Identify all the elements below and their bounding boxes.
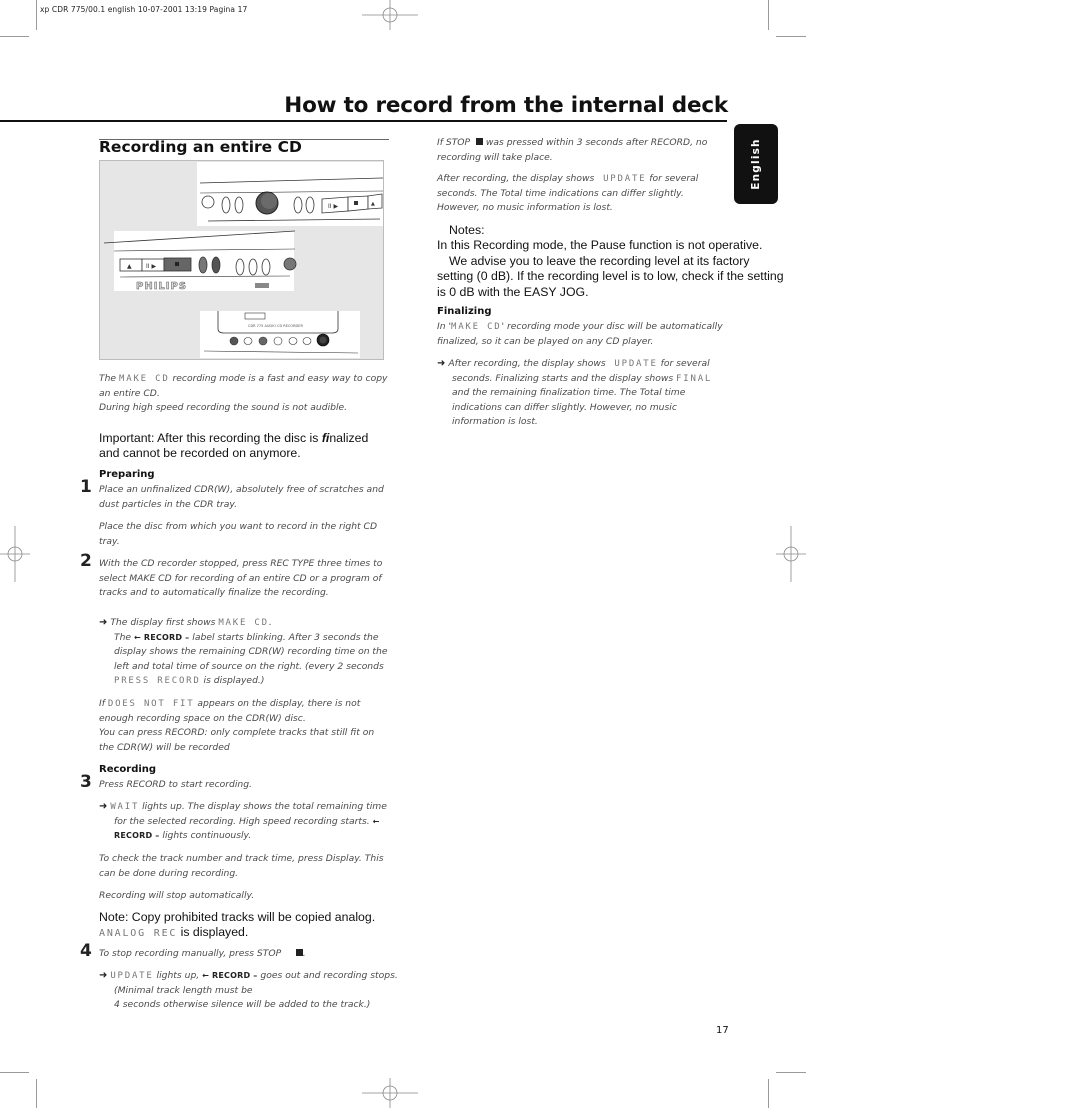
does-not-fit-note: If DOES NOT FIT appears on the display, … <box>99 698 375 753</box>
arrow-right-icon: ➜ <box>99 801 108 812</box>
stop-note: If STOP was pressed within 3 seconds aft… <box>437 137 708 163</box>
step-number: 3 <box>80 772 92 792</box>
record-label-badge: ← RECORD – <box>134 632 190 642</box>
recording-heading: Recording <box>99 764 157 775</box>
registration-mark-icon <box>362 0 418 30</box>
device-illustration: II ▶ ▲ ▲ II ▶ PHILIPS CDR 775 AUDIO CD R… <box>99 160 384 360</box>
auto-stop-text: Recording will stop automatically. <box>99 890 255 901</box>
analog-note: Note: Copy prohibited tracks will be cop… <box>99 910 376 940</box>
arrow-right-icon: ➜ <box>99 617 108 628</box>
section-title: Recording an entire CD <box>99 138 302 156</box>
lcd-text: MAKE CD <box>119 374 170 384</box>
svg-text:II ▶: II ▶ <box>328 203 338 210</box>
notes-block: Notes: In this Recording mode, the Pause… <box>437 223 784 299</box>
step-number: 4 <box>80 941 92 961</box>
stop-icon <box>475 138 483 145</box>
lcd-text: MAKE CD <box>218 618 269 628</box>
language-tab: English <box>734 124 778 204</box>
finalizing-heading: Finalizing <box>437 306 492 317</box>
step-2-text: With the CD recorder stopped, press REC … <box>99 558 383 599</box>
lcd-text: PRESS RECORD <box>114 676 201 687</box>
step-1-text: Place an unfinalized CDR(W), absolutely … <box>99 484 384 510</box>
finalizing-text: In 'MAKE CD' recording mode your disc wi… <box>437 321 723 347</box>
step-3-result: ➜ WAIT lights up. The display shows the … <box>99 801 387 842</box>
crop-mark <box>36 1079 37 1108</box>
lcd-text: FINAL <box>676 373 713 384</box>
print-slug: xp CDR 775/00.1 english 10-07-2001 13:19… <box>40 5 248 14</box>
record-label-badge: ← RECORD – <box>202 971 258 980</box>
language-tab-label: English <box>750 138 762 190</box>
page-title: How to record from the internal deck <box>284 93 728 118</box>
registration-mark-icon <box>362 1078 418 1108</box>
lcd-text: WAIT <box>110 802 140 812</box>
crop-mark <box>776 1072 806 1073</box>
crop-mark <box>36 0 37 30</box>
step-4-result: ➜ UPDATE lights up, ← RECORD – goes out … <box>99 970 398 1011</box>
lcd-text: UPDATE <box>603 174 647 184</box>
step-2-result: ➜ The display first shows MAKE CD. The ←… <box>99 617 388 687</box>
step-4-text: To stop recording manually, press STOP . <box>99 948 306 959</box>
svg-text:▲: ▲ <box>127 263 132 270</box>
title-rule <box>0 120 727 122</box>
crop-mark <box>768 0 769 30</box>
cd-recorder-panel-illustration: II ▶ ▲ ▲ II ▶ PHILIPS CDR 775 AUDIO CD R… <box>103 162 384 358</box>
step-number: 1 <box>80 477 92 497</box>
lcd-text: UPDATE <box>614 359 658 369</box>
crop-mark <box>776 36 806 37</box>
lcd-text: DOES NOT FIT <box>107 699 195 709</box>
step-number: 2 <box>80 551 92 571</box>
preparing-heading: Preparing <box>99 469 155 480</box>
step-1-text-2: Place the disc from which you want to re… <box>99 521 378 547</box>
svg-text:CDR 775 AUDIO CD RECORDER: CDR 775 AUDIO CD RECORDER <box>248 324 303 328</box>
after-recording-note: After recording, the display shows UPDAT… <box>437 173 699 214</box>
lcd-text: ANALOG REC <box>99 928 178 940</box>
svg-text:▲: ▲ <box>371 201 375 207</box>
registration-mark-icon <box>0 526 30 582</box>
finalizing-result: ➜ After recording, the display shows UPD… <box>437 358 713 428</box>
check-track-text: To check the track number and track time… <box>99 853 384 879</box>
crop-mark <box>768 1079 769 1108</box>
arrow-right-icon: ➜ <box>437 358 446 369</box>
important-note: Important: After this recording the disc… <box>99 431 369 461</box>
brand-logo: PHILIPS <box>136 281 187 292</box>
stop-icon <box>295 949 303 956</box>
intro-text: The MAKE CD recording mode is a fast and… <box>99 373 388 414</box>
lcd-text: UPDATE <box>110 971 154 981</box>
crop-mark <box>0 36 29 37</box>
lcd-text: MAKE CD <box>450 322 502 332</box>
page-number: 17 <box>716 1025 729 1036</box>
step-3-text: Press RECORD to start recording. <box>99 779 252 790</box>
registration-mark-icon <box>776 526 806 582</box>
crop-mark <box>0 1072 29 1073</box>
arrow-right-icon: ➜ <box>99 970 108 981</box>
svg-text:II ▶: II ▶ <box>146 263 156 270</box>
